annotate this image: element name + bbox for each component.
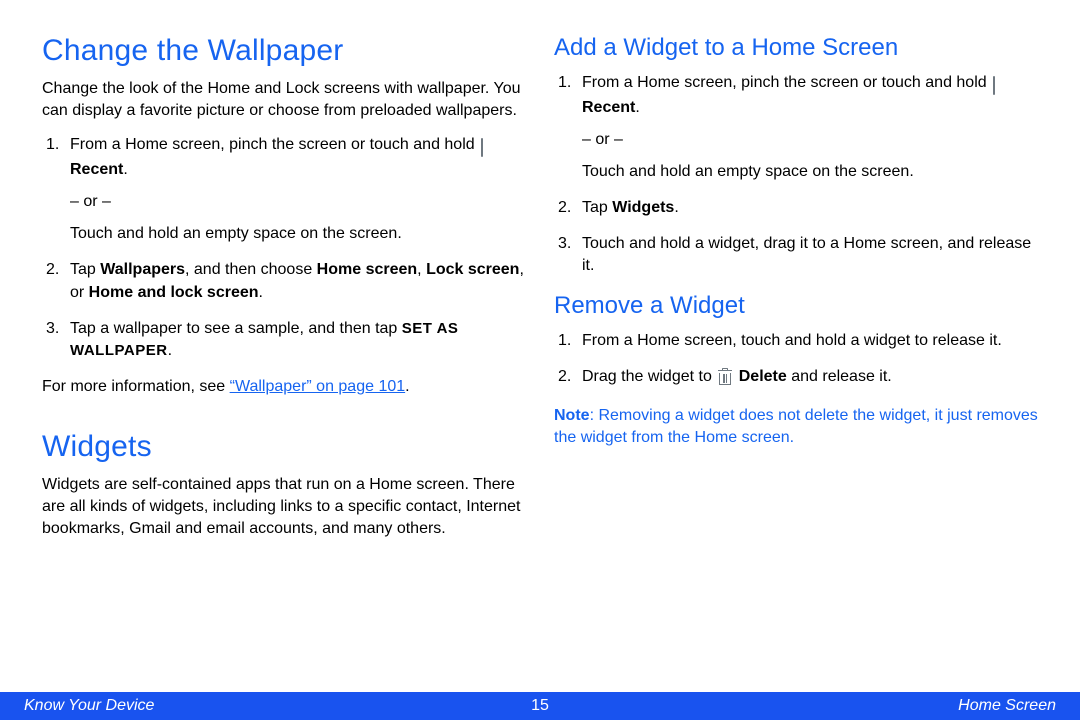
xref-prefix: For more information, see (42, 378, 230, 395)
remove-widget-step-1: From a Home screen, touch and hold a wid… (554, 330, 1040, 352)
footer-page-number: 15 (531, 697, 549, 715)
remove-widget-note: Note: Removing a widget does not delete … (554, 405, 1040, 449)
wallpaper-step-3: Tap a wallpaper to see a sample, and the… (42, 318, 528, 362)
recent-label: Recent (582, 99, 635, 116)
note-text: : Removing a widget does not delete the … (554, 407, 1038, 446)
home-screen-label: Home screen (317, 261, 418, 278)
step-text: , (417, 261, 426, 278)
recent-icon (993, 75, 995, 97)
two-column-layout: Change the Wallpaper Change the look of … (42, 34, 1040, 674)
step-text: and release it. (787, 368, 892, 385)
step-text: . (635, 99, 639, 116)
step-alt: Touch and hold an empty space on the scr… (70, 223, 528, 245)
step-text: . (674, 199, 678, 216)
footer-right: Home Screen (958, 697, 1056, 715)
right-column: Add a Widget to a Home Screen From a Hom… (554, 34, 1040, 674)
or-divider: – or – (582, 129, 1040, 151)
add-widget-step-1: From a Home screen, pinch the screen or … (554, 72, 1040, 183)
footer-left: Know Your Device (24, 697, 154, 715)
heading-add-widget: Add a Widget to a Home Screen (554, 34, 1040, 62)
lock-screen-label: Lock screen (426, 261, 519, 278)
step-text: Tap (70, 261, 100, 278)
wallpaper-step-1: From a Home screen, pinch the screen or … (42, 134, 528, 245)
step-alt: Touch and hold an empty space on the scr… (582, 161, 1040, 183)
recent-icon (481, 137, 483, 159)
add-widget-step-2: Tap Widgets. (554, 197, 1040, 219)
wallpaper-step-2: Tap Wallpapers, and then choose Home scr… (42, 259, 528, 303)
step-text: . (168, 342, 172, 359)
step-text: , and then choose (185, 261, 317, 278)
xref-suffix: . (405, 378, 409, 395)
wallpaper-xref-link[interactable]: “Wallpaper” on page 101 (230, 378, 406, 395)
widgets-label: Widgets (612, 199, 674, 216)
wallpapers-label: Wallpapers (100, 261, 185, 278)
delete-label: Delete (739, 368, 787, 385)
manual-page: Change the Wallpaper Change the look of … (0, 0, 1080, 720)
add-widget-steps: From a Home screen, pinch the screen or … (554, 72, 1040, 278)
remove-widget-step-2: Drag the widget to Delete and release it… (554, 366, 1040, 391)
remove-widget-steps: From a Home screen, touch and hold a wid… (554, 330, 1040, 391)
step-text: . (123, 161, 127, 178)
delete-icon (718, 369, 732, 391)
step-text: Tap (582, 199, 612, 216)
wallpaper-steps: From a Home screen, pinch the screen or … (42, 134, 528, 362)
or-divider: – or – (70, 191, 528, 213)
heading-widgets: Widgets (42, 430, 528, 464)
page-footer: Know Your Device 15 Home Screen (0, 692, 1080, 720)
recent-label: Recent (70, 161, 123, 178)
heading-remove-widget: Remove a Widget (554, 292, 1040, 320)
note-label: Note (554, 407, 590, 424)
step-text: Tap a wallpaper to see a sample, and the… (70, 320, 402, 337)
widgets-intro: Widgets are self-contained apps that run… (42, 474, 528, 540)
heading-change-wallpaper: Change the Wallpaper (42, 34, 528, 68)
step-text: Drag the widget to (582, 368, 716, 385)
wallpaper-xref-line: For more information, see “Wallpaper” on… (42, 376, 528, 398)
add-widget-step-3: Touch and hold a widget, drag it to a Ho… (554, 233, 1040, 277)
wallpaper-intro: Change the look of the Home and Lock scr… (42, 78, 528, 122)
step-text: From a Home screen, pinch the screen or … (70, 136, 479, 153)
step-text: From a Home screen, pinch the screen or … (582, 74, 991, 91)
step-text: . (259, 284, 263, 301)
home-and-lock-label: Home and lock screen (89, 284, 259, 301)
left-column: Change the Wallpaper Change the look of … (42, 34, 528, 674)
